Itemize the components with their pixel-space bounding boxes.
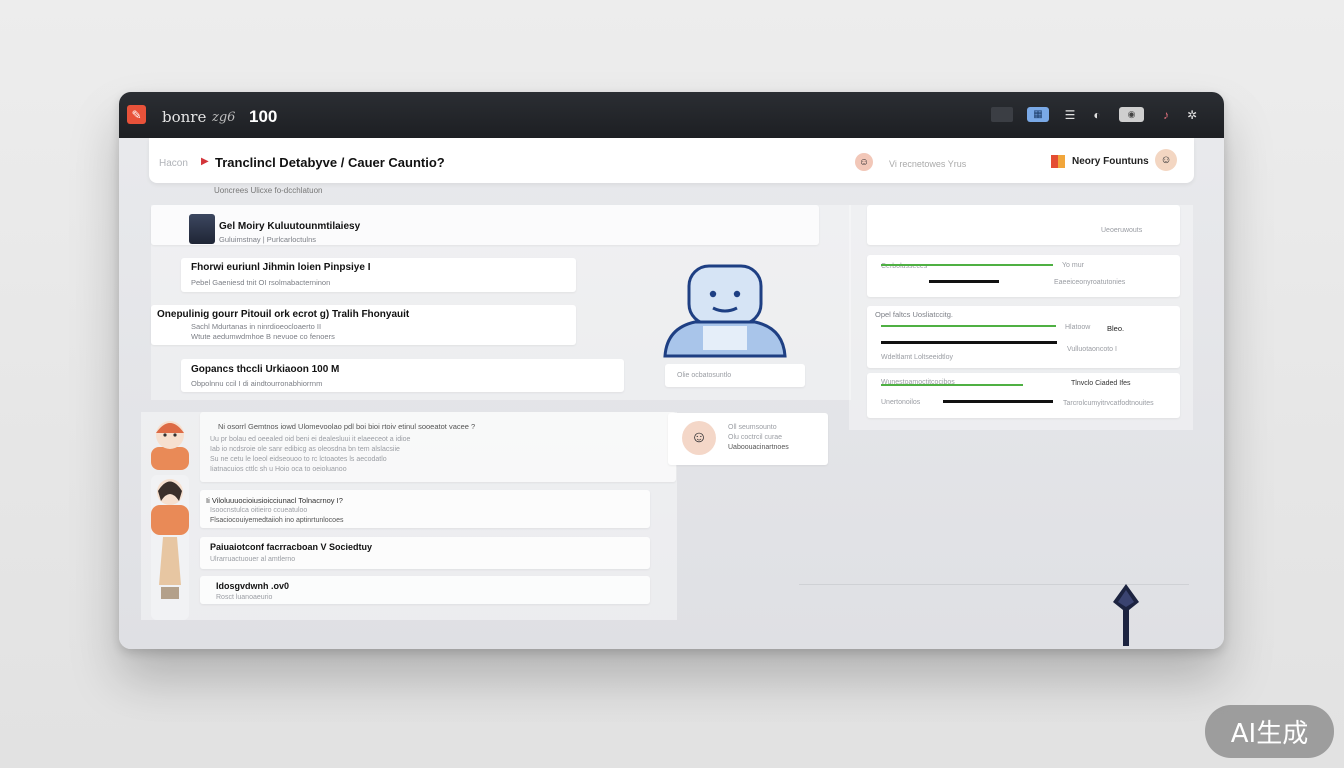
status-avatar-icon[interactable]: ☺	[855, 153, 873, 171]
chevron-right-icon: ▶	[201, 156, 209, 167]
metric-sub: Eaeeiceonyroatutonies	[1054, 279, 1126, 286]
metric-card[interactable]: Cerbolusseces Yo mur Eaeeiceonyroatutoni…	[867, 255, 1180, 297]
status-text: Vi recnetowes Yrus	[889, 159, 967, 169]
metrics-panel: Ueoeruwouts Cerbolusseces Yo mur Eaeeice…	[849, 205, 1193, 430]
metric-right: Yo mur	[1062, 262, 1084, 269]
panel-header-title: Gel Moiry Kuluutounmtilaiesy	[219, 221, 361, 232]
note-line: Oll seumsounto	[728, 424, 777, 431]
moon-icon[interactable]: ◐	[1090, 107, 1104, 122]
title-bar: ✎ bonre zg6 100 ▦ ☰ ◐ ◉ ♪ ✲	[119, 92, 1224, 138]
grid-icon[interactable]: ▦	[1027, 107, 1049, 122]
settings-icon[interactable]: ✲	[1185, 107, 1199, 122]
intro-line: Su ne cetu le loeol eidseouoo to rc lcto…	[210, 456, 387, 463]
metric-right: Bleo.	[1107, 324, 1125, 333]
progress-bar-green	[881, 384, 1023, 386]
intro-line: Uu pr bolau ed oeealed oid beni ei deale…	[210, 436, 411, 443]
page-title: Tranclincl Detabyve / Cauer Cauntio?	[215, 155, 445, 170]
avatar	[151, 415, 189, 470]
app-window: ✎ bonre zg6 100 ▦ ☰ ◐ ◉ ♪ ✲ Hacon ▶ Tran…	[119, 92, 1224, 649]
window-icon[interactable]	[991, 107, 1013, 122]
metric-mid: Hlatoow	[1065, 324, 1091, 331]
panel-header-subtitle: Guluimstnay | Purlcarloctulns	[219, 235, 316, 244]
list-item-title: Fhorwi euriunl Jihmin loien Pinpsiye I	[191, 262, 371, 273]
list-item-subtitle: Pebel Gaeniesd tnit OI rsolmabacterninon	[191, 278, 331, 287]
avatar: ☺	[682, 421, 716, 455]
bell-icon[interactable]: ♪	[1159, 107, 1173, 122]
metric-sub-2: Tarcrolcumyitrvcatfodtnouites	[1063, 400, 1154, 407]
list-item-title: Ii Viloluuuocioiusioicciunacl Tolnacrnoy…	[206, 496, 343, 505]
breadcrumb-root[interactable]: Hacon	[159, 158, 188, 169]
app-name: bonre	[162, 108, 207, 126]
note-card[interactable]: ☺ Oll seumsounto Olu coctrcil curae Uabo…	[668, 413, 828, 465]
menu-icon[interactable]: ☰	[1062, 107, 1078, 122]
discussion-panel: Ni osorrl Gemtnos iowd Ulomevoolao pdl b…	[141, 412, 677, 620]
intro-card[interactable]: Ni osorrl Gemtnos iowd Ulomevoolao pdl b…	[200, 412, 676, 482]
app-logo-icon[interactable]: ✎	[127, 105, 146, 124]
app-subtitle: zg6	[212, 110, 236, 125]
list-item[interactable]: Onepulinig gourr Pitouil ork ecrot g) Tr…	[151, 305, 576, 345]
panel-header: Gel Moiry Kuluutounmtilaiesy Guluimstnay…	[151, 205, 819, 245]
list-item[interactable]: Idosgvdwnh .ov0 Rosct luanoaeurio	[200, 576, 650, 604]
metrics-header-label: Ueoeruwouts	[1101, 227, 1143, 234]
progress-bar-green	[881, 264, 1053, 266]
metric-card[interactable]: Opel faltcs Uosliatccitg. Hlatoow Bleo. …	[867, 306, 1180, 368]
person-icon	[151, 479, 189, 599]
list-item[interactable]: Paiuaiotconf facrracboan V Sociedtuy Ulr…	[200, 537, 650, 569]
toggle-icon[interactable]: ◉	[1119, 107, 1144, 122]
metric-sub-2: Wdeltlamt Loltseeidtloy	[881, 354, 953, 361]
breadcrumb-bar: Hacon ▶ Tranclincl Detabyve / Cauer Caun…	[149, 138, 1194, 183]
app-version: 100	[249, 107, 278, 126]
progress-bar-black	[881, 341, 1057, 344]
list-item[interactable]: Ii Viloluuuocioiusioicciunacl Tolnacrnoy…	[200, 490, 650, 528]
list-item-subtitle-2: Flsaciocouiyemedtaiioh ino aptinrtunloco…	[210, 517, 344, 524]
avatar	[189, 214, 215, 244]
list-item-title: Gopancs thccli Urkiaoon 100 M	[191, 364, 340, 375]
metrics-header: Ueoeruwouts	[867, 205, 1180, 245]
note-line: Uaboouacinartnoes	[728, 444, 789, 451]
list-item-title: Idosgvdwnh .ov0	[216, 581, 290, 591]
robot-icon	[663, 264, 787, 358]
flag-icon	[1051, 155, 1065, 168]
progress-bar-black	[943, 400, 1053, 403]
robot-illustration	[655, 260, 795, 360]
metric-card[interactable]: Wunestoamoctitcocibos Tlnvclo Ciaded Ife…	[867, 373, 1180, 418]
user-avatar[interactable]: ☺	[1155, 149, 1177, 171]
progress-bar-black	[929, 280, 999, 283]
progress-bar-green	[881, 325, 1056, 327]
list-item-title: Paiuaiotconf facrracboan V Sociedtuy	[210, 542, 373, 552]
list-item-subtitle: Sachl Mdurtanas in ninrdioeocloaerto II	[191, 322, 322, 331]
list-item-subtitle: Rosct luanoaeurio	[216, 594, 273, 601]
robot-caption: Olie ocbatosuntlo	[677, 372, 732, 379]
list-item[interactable]: Gopancs thccli Urkiaoon 100 M Obpolnnu c…	[181, 359, 624, 392]
person-icon	[151, 421, 189, 470]
list-item-subtitle-2: Wtute aedumwdmhoe B nevuoe co fenoers	[191, 332, 335, 341]
metric-label: Opel faltcs Uosliatccitg.	[875, 310, 953, 319]
note-line: Olu coctrcil curae	[728, 434, 783, 441]
list-item-title: Onepulinig gourr Pitouil ork ecrot g) Tr…	[157, 309, 410, 320]
pointer-icon	[1109, 582, 1143, 648]
features-button[interactable]: Neory Fountuns	[1072, 156, 1149, 167]
avatar	[151, 475, 189, 620]
watermark-badge: AI生成	[1205, 705, 1334, 758]
list-item-subtitle: Isoocnstulca oitieiro ccueatuloo	[210, 507, 308, 514]
intro-line: Iab io ncdsroie ole sanr edibicg as oleo…	[210, 446, 400, 453]
metric-right: Tlnvclo Ciaded Ifes	[1071, 380, 1131, 387]
list-item[interactable]: Fhorwi euriunl Jihmin loien Pinpsiye I P…	[181, 258, 576, 292]
intro-line: Iiatnacuios cttlc sh u Hoio oca to oeiol…	[210, 466, 347, 473]
intro-title: Ni osorrl Gemtnos iowd Ulomevoolao pdl b…	[218, 422, 476, 431]
list-item-subtitle: Obpolnnu ccil I di aindtourronabhiorrnm	[191, 379, 323, 388]
robot-caption-card[interactable]: Olie ocbatosuntlo	[665, 364, 805, 387]
sub-breadcrumb: Uoncrees Ulicxe fo-dcchlatuon	[214, 186, 323, 195]
metric-sub: Vulluotaoncoto I	[1067, 346, 1117, 353]
list-item-subtitle: Ulrarruactuouer al amtlerno	[210, 556, 296, 563]
metric-sub: Unertonoilos	[881, 399, 921, 406]
